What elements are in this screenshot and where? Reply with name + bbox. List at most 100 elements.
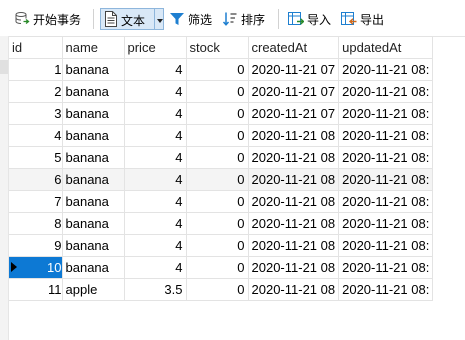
cell-stock[interactable]: 0 [185, 212, 249, 235]
cell-stock[interactable]: 0 [185, 278, 249, 301]
cell-created-at[interactable]: 2020-11-21 07 [247, 58, 340, 81]
table-row[interactable]: 8 banana 4 0 2020-11-21 08 2020-11-21 08… [9, 212, 434, 235]
cell-created-at[interactable]: 2020-11-21 08 [247, 124, 340, 147]
toolbar-divider [93, 9, 94, 29]
cell-created-at[interactable]: 2020-11-21 08 [247, 234, 340, 257]
dropdown-divider [154, 9, 155, 29]
cell-updated-at[interactable]: 2020-11-21 08: [338, 168, 434, 191]
import-button[interactable]: 导入 [288, 8, 331, 30]
cell-name[interactable]: banana [61, 102, 125, 125]
cell-id[interactable]: 8 [9, 212, 63, 235]
cell-price[interactable]: 4 [123, 146, 187, 169]
cell-stock[interactable]: 0 [185, 168, 249, 191]
table-row-selected[interactable]: 10 banana 4 0 2020-11-21 08 2020-11-21 0… [9, 256, 434, 279]
cell-id[interactable]: 1 [9, 58, 63, 81]
cell-stock[interactable]: 0 [185, 58, 249, 81]
cell-price[interactable]: 4 [123, 80, 187, 103]
cell-name[interactable]: banana [61, 58, 125, 81]
column-header-stock[interactable]: stock [185, 36, 249, 59]
column-header-updated-at[interactable]: updatedAt [338, 36, 434, 59]
cell-id[interactable]: 7 [9, 190, 63, 213]
cell-id[interactable]: 2 [9, 80, 63, 103]
cell-price[interactable]: 4 [123, 124, 187, 147]
table-row[interactable]: 1 banana 4 0 2020-11-21 07 2020-11-21 08… [9, 58, 434, 81]
table-row[interactable]: 7 banana 4 0 2020-11-21 08 2020-11-21 08… [9, 190, 434, 213]
export-button[interactable]: 导出 [341, 8, 384, 30]
cell-stock[interactable]: 0 [185, 124, 249, 147]
cell-created-at[interactable]: 2020-11-21 08 [247, 256, 340, 279]
sort-label: 排序 [241, 12, 266, 27]
cell-created-at[interactable]: 2020-11-21 08 [247, 278, 340, 301]
cell-id[interactable]: 5 [9, 146, 63, 169]
column-header-name[interactable]: name [61, 36, 125, 59]
cell-created-at[interactable]: 2020-11-21 07 [247, 80, 340, 103]
cell-price[interactable]: 4 [123, 212, 187, 235]
table-row[interactable]: 11 apple 3.5 0 2020-11-21 08 2020-11-21 … [9, 278, 434, 301]
cell-updated-at[interactable]: 2020-11-21 08: [338, 190, 434, 213]
sort-icon [222, 11, 238, 27]
cell-updated-at[interactable]: 2020-11-21 08: [338, 234, 434, 257]
data-grid: id name price stock createdAt updatedAt … [9, 36, 434, 301]
left-panel-edge [0, 36, 9, 340]
table-row[interactable]: 3 banana 4 0 2020-11-21 07 2020-11-21 08… [9, 102, 434, 125]
text-view-button[interactable]: 文本 [100, 8, 164, 30]
cell-name[interactable]: banana [61, 256, 125, 279]
cell-name[interactable]: banana [61, 190, 125, 213]
begin-transaction-button[interactable]: 开始事务 [14, 8, 81, 30]
cell-price[interactable]: 4 [123, 234, 187, 257]
cell-id[interactable]: 3 [9, 102, 63, 125]
cell-price[interactable]: 4 [123, 190, 187, 213]
cell-name[interactable]: banana [61, 124, 125, 147]
cell-name[interactable]: apple [61, 278, 125, 301]
cell-stock[interactable]: 0 [185, 102, 249, 125]
filter-funnel-icon [169, 11, 185, 27]
cell-price[interactable]: 4 [123, 102, 187, 125]
table-row[interactable]: 9 banana 4 0 2020-11-21 08 2020-11-21 08… [9, 234, 434, 257]
cell-updated-at[interactable]: 2020-11-21 08: [338, 212, 434, 235]
import-label: 导入 [307, 12, 332, 27]
cell-stock[interactable]: 0 [185, 80, 249, 103]
cell-price[interactable]: 4 [123, 58, 187, 81]
cell-name[interactable]: banana [61, 168, 125, 191]
cell-id[interactable]: 9 [9, 234, 63, 257]
table-row[interactable]: 2 banana 4 0 2020-11-21 07 2020-11-21 08… [9, 80, 434, 103]
cell-created-at[interactable]: 2020-11-21 08 [247, 212, 340, 235]
cell-name[interactable]: banana [61, 234, 125, 257]
cell-name[interactable]: banana [61, 80, 125, 103]
cell-created-at[interactable]: 2020-11-21 08 [247, 190, 340, 213]
cell-price[interactable]: 4 [123, 168, 187, 191]
cell-stock[interactable]: 0 [185, 146, 249, 169]
filter-button[interactable]: 筛选 [169, 8, 212, 30]
cell-name[interactable]: banana [61, 146, 125, 169]
cell-price[interactable]: 4 [123, 256, 187, 279]
table-row[interactable]: 6 banana 4 0 2020-11-21 08 2020-11-21 08… [9, 168, 434, 191]
column-header-price[interactable]: price [123, 36, 187, 59]
cell-updated-at[interactable]: 2020-11-21 08: [338, 102, 434, 125]
cell-id[interactable]: 6 [9, 168, 63, 191]
toolbar-divider [278, 9, 279, 29]
document-icon [104, 11, 118, 30]
sort-button[interactable]: 排序 [222, 8, 265, 30]
cell-updated-at[interactable]: 2020-11-21 08: [338, 124, 434, 147]
cell-updated-at[interactable]: 2020-11-21 08: [338, 256, 434, 279]
table-row[interactable]: 5 banana 4 0 2020-11-21 08 2020-11-21 08… [9, 146, 434, 169]
column-header-created-at[interactable]: createdAt [247, 36, 340, 59]
begin-transaction-label: 开始事务 [33, 12, 82, 27]
cell-updated-at[interactable]: 2020-11-21 08: [338, 58, 434, 81]
cell-stock[interactable]: 0 [185, 190, 249, 213]
cell-created-at[interactable]: 2020-11-21 08 [247, 146, 340, 169]
cell-id[interactable]: 11 [9, 278, 63, 301]
cell-stock[interactable]: 0 [185, 234, 249, 257]
cell-price[interactable]: 3.5 [123, 278, 187, 301]
cell-created-at[interactable]: 2020-11-21 08 [247, 168, 340, 191]
cell-name[interactable]: banana [61, 212, 125, 235]
cell-created-at[interactable]: 2020-11-21 07 [247, 102, 340, 125]
cell-stock[interactable]: 0 [185, 256, 249, 279]
dropdown-arrow-icon[interactable] [157, 14, 163, 29]
cell-updated-at[interactable]: 2020-11-21 08: [338, 278, 434, 301]
table-row[interactable]: 4 banana 4 0 2020-11-21 08 2020-11-21 08… [9, 124, 434, 147]
cell-id[interactable]: 4 [9, 124, 63, 147]
cell-updated-at[interactable]: 2020-11-21 08: [338, 80, 434, 103]
column-header-id[interactable]: id [9, 36, 63, 59]
cell-updated-at[interactable]: 2020-11-21 08: [338, 146, 434, 169]
